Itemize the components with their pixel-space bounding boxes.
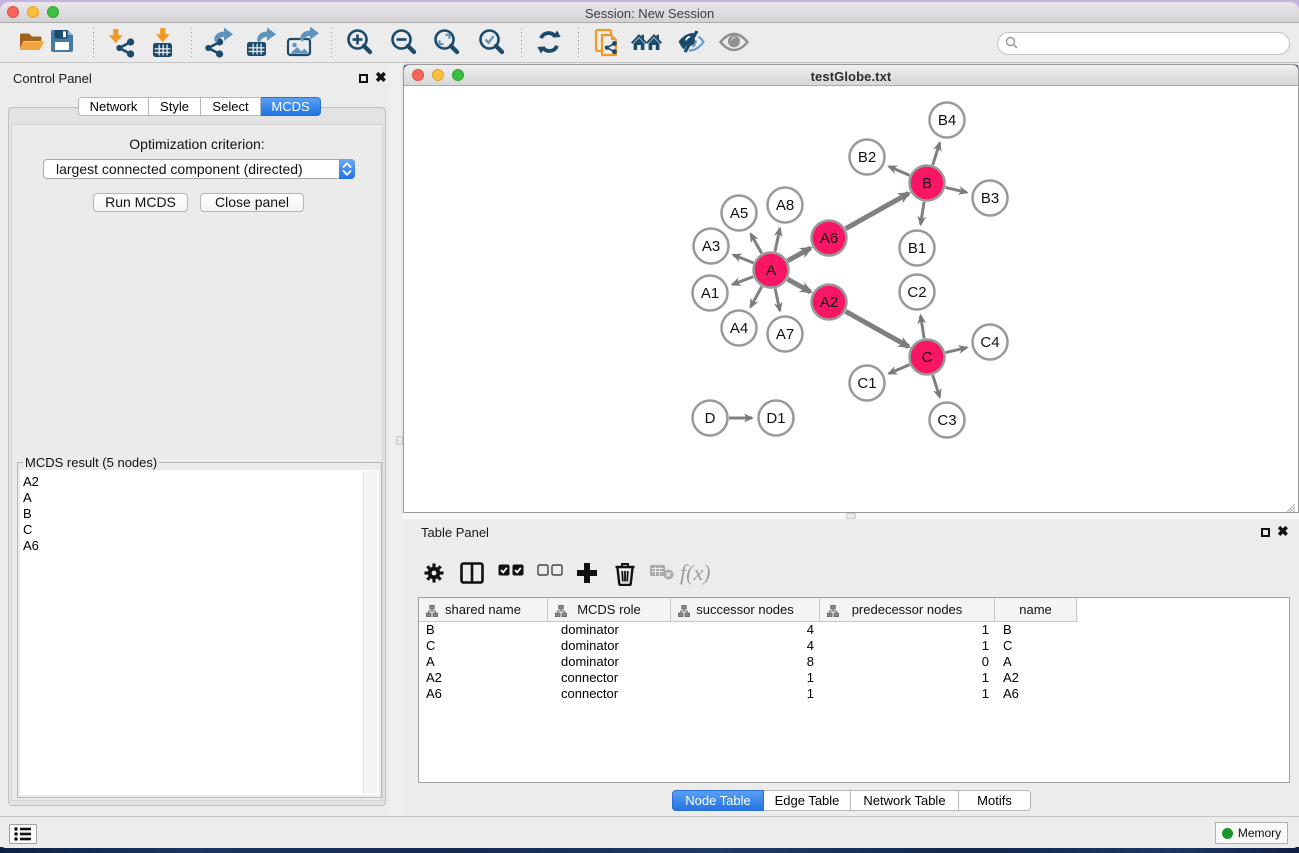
svg-text:B3: B3 xyxy=(981,190,999,207)
svg-text:C: C xyxy=(922,349,933,366)
svg-text:C3: C3 xyxy=(937,412,956,429)
svg-text:A5: A5 xyxy=(730,205,748,222)
svg-text:C2: C2 xyxy=(907,284,926,301)
svg-text:D: D xyxy=(705,410,716,427)
svg-text:D1: D1 xyxy=(766,410,785,427)
svg-text:A4: A4 xyxy=(730,320,748,337)
svg-text:A7: A7 xyxy=(776,326,794,343)
svg-text:A6: A6 xyxy=(820,230,838,247)
svg-text:A2: A2 xyxy=(820,294,838,311)
svg-text:A3: A3 xyxy=(702,238,720,255)
svg-text:B1: B1 xyxy=(908,240,926,257)
svg-text:C1: C1 xyxy=(857,375,876,392)
svg-text:B2: B2 xyxy=(858,149,876,166)
svg-text:f(x): f(x) xyxy=(680,560,711,585)
svg-text:C4: C4 xyxy=(980,334,999,351)
svg-text:B: B xyxy=(922,175,932,192)
svg-text:A: A xyxy=(766,262,776,279)
svg-text:A1: A1 xyxy=(701,285,719,302)
svg-text:A8: A8 xyxy=(776,197,794,214)
svg-text:B4: B4 xyxy=(938,112,956,129)
